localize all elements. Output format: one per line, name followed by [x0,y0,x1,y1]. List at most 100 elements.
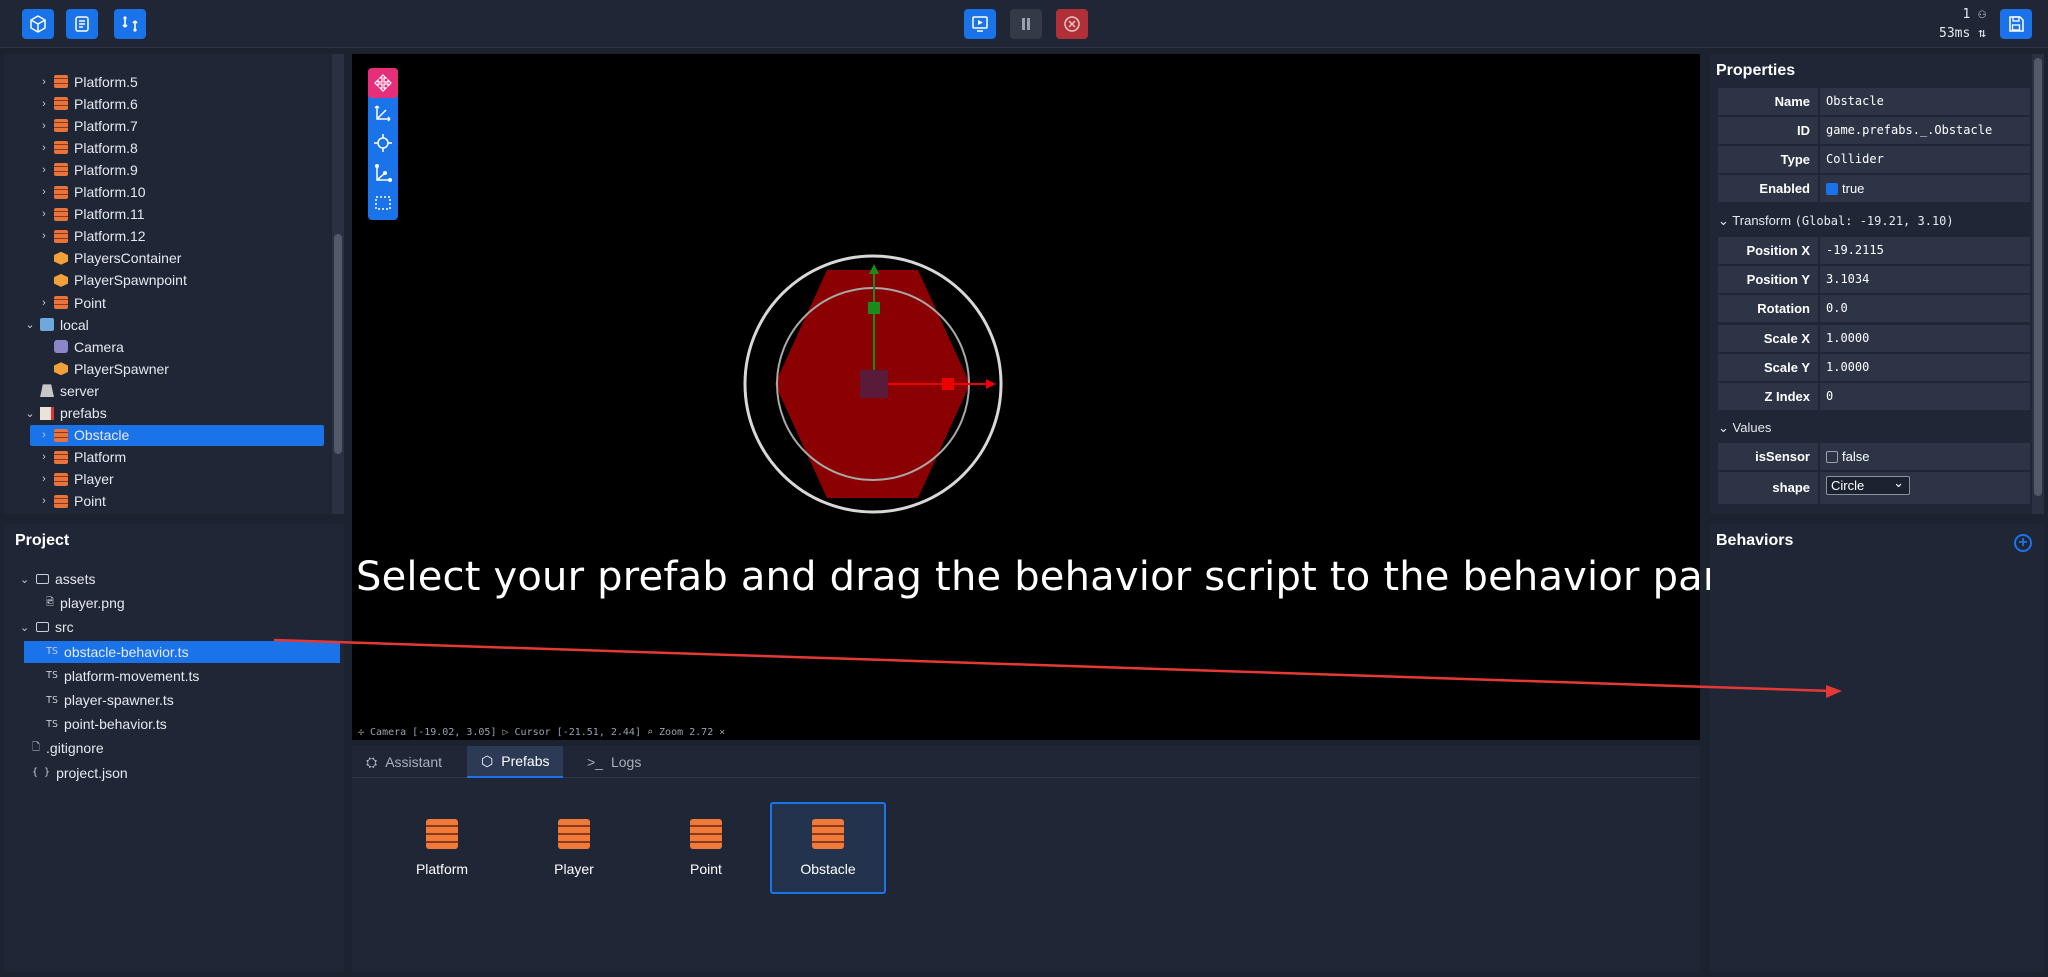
project-file-item[interactable]: 🗋 .gitignore [32,737,104,759]
enabled-field[interactable]: true [1820,175,2030,202]
id-field[interactable]: game.prefabs._.Obstacle [1820,117,2030,144]
scene-tree-item-label: Platform.7 [74,117,138,134]
transform-field[interactable]: 3.1034 [1820,266,2030,294]
add-behavior-icon[interactable]: + [2014,534,2032,552]
axes-icon[interactable] [368,98,398,128]
scene-tree-item[interactable]: ⌄ prefabs [24,403,106,424]
chevron-right-icon[interactable]: › [38,473,50,485]
transform-field[interactable]: 0 [1820,383,2030,410]
chevron-right-icon[interactable]: › [38,142,50,154]
scene-tree-item[interactable]: › Platform.11 [38,204,144,225]
transform-field[interactable]: 1.0000 [1820,324,2030,352]
scene-tree-item[interactable]: › Platform.9 [38,159,138,180]
rotate-icon[interactable] [368,128,398,158]
chevron-down-icon[interactable]: ⌄ [24,318,36,331]
issensor-field[interactable]: false [1820,443,2030,470]
transform-field[interactable]: -19.2115 [1820,237,2030,264]
brick-icon [812,819,844,849]
viewport-toolbar [368,68,398,220]
select-box-icon[interactable] [368,188,398,218]
project-file-item[interactable]: TS point-behavior.ts [46,713,167,735]
scene-tree-item[interactable]: › Platform.12 [38,226,145,247]
save-icon[interactable] [2000,9,2032,39]
scene-tree-item[interactable]: Camera [38,336,124,357]
play-icon[interactable] [964,9,996,39]
project-file-item[interactable]: TS obstacle-behavior.ts [24,640,340,663]
chevron-right-icon[interactable]: › [38,451,50,463]
scene-tree-item[interactable]: › Platform.7 [38,115,138,136]
chevron-right-icon[interactable]: › [38,98,50,110]
scene-tree-item[interactable]: PlayerSpawnpoint [38,270,187,291]
project-file-label: src [55,619,74,636]
tab-assistant[interactable]: ⛭ Assistant [352,746,456,778]
move-gizmo-icon[interactable] [368,68,398,98]
transform-field[interactable]: 1.0000 [1820,353,2030,381]
scroll-icon[interactable] [66,9,98,39]
prefab-card-obstacle[interactable]: Obstacle [770,802,886,894]
scene-tree-item[interactable]: PlayerSpawner [38,358,169,379]
tab-prefabs[interactable]: ⬡ Prefabs [467,746,564,778]
scrollbar-thumb[interactable] [334,234,342,454]
scene-tree-item[interactable]: › Platform [38,447,126,468]
pause-icon[interactable] [1010,9,1042,39]
chevron-right-icon[interactable]: › [38,208,50,220]
chevron-right-icon[interactable]: › [38,164,50,176]
chevron-down-icon[interactable]: ⌄ [20,573,32,586]
chevron-right-icon[interactable]: › [38,495,50,507]
scene-tree-item[interactable]: › Platform.10 [38,182,145,203]
values-section-header[interactable]: ⌄ Values [1718,420,1771,436]
gizmo-x-arrow[interactable] [986,379,996,389]
chevron-right-icon[interactable]: › [38,76,50,88]
checkbox-unchecked-icon[interactable] [1826,451,1838,463]
scale-icon[interactable] [368,158,398,188]
swap-icon[interactable] [114,9,146,39]
project-file-item[interactable]: TS player-spawner.ts [46,689,174,711]
prefab-card-point[interactable]: Point [648,802,764,894]
scene-tree-item[interactable]: PlayersContainer [38,248,181,269]
cube-icon[interactable] [22,9,54,39]
chevron-right-icon[interactable]: › [38,186,50,198]
scene-tree-item[interactable]: › Player [38,469,114,490]
gizmo-y-handle[interactable] [868,302,880,314]
scene-tree-item[interactable]: › Point [38,491,106,512]
properties-scrollbar[interactable] [2032,54,2044,514]
project-file-item[interactable]: ⌄ assets [20,568,95,590]
scene-tree-item[interactable]: › Obstacle [30,424,324,446]
scene-canvas[interactable] [352,54,1700,740]
transform-field[interactable]: 0.0 [1820,295,2030,323]
chevron-right-icon[interactable]: › [38,429,50,441]
project-file-item[interactable]: ⌄ src [20,616,74,638]
scene-tree-item[interactable]: › Platform.6 [38,93,138,114]
scene-tree-scrollbar[interactable] [332,54,344,514]
checkbox-checked-icon[interactable] [1826,183,1838,195]
gizmo-center-handle[interactable] [860,370,888,398]
prop-transform-row: Position Y 3.1034 [1718,266,2030,294]
scene-tree-item[interactable]: › Platform.8 [38,137,138,158]
scene-tree-item[interactable]: › Point [38,292,106,313]
gizmo-x-handle[interactable] [942,378,954,390]
tab-logs[interactable]: >_ Logs [573,746,655,778]
prefab-card-platform[interactable]: Platform [384,802,500,894]
behaviors-panel[interactable]: Behaviors + [1710,524,2044,972]
chevron-right-icon[interactable]: › [38,297,50,309]
shape-select[interactable]: Circle [1826,474,1910,495]
transform-section-header[interactable]: ⌄ Transform (Global: -19.21, 3.10) [1718,213,1954,229]
chevron-right-icon[interactable]: › [38,120,50,132]
scene-tree-item[interactable]: › Platform.5 [38,71,138,92]
project-file-label: player.png [60,595,125,612]
chevron-right-icon[interactable]: › [38,230,50,242]
name-field[interactable]: Obstacle [1820,88,2030,115]
brick-icon [426,819,458,849]
scene-tree-item[interactable]: server [24,380,99,401]
chevron-down-icon[interactable]: ⌄ [24,407,36,420]
gizmo-y-arrow[interactable] [869,264,879,274]
project-file-item[interactable]: { } project.json [32,762,128,784]
project-file-item[interactable]: TS platform-movement.ts [46,665,199,687]
project-file-item[interactable]: 🖻 player.png [46,592,125,614]
scrollbar-thumb[interactable] [2034,58,2042,496]
stop-icon[interactable] [1056,9,1088,39]
scene-viewport[interactable]: Select your prefab and drag the behavior… [352,54,1764,740]
scene-tree-item[interactable]: ⌄ local [24,314,88,335]
chevron-down-icon[interactable]: ⌄ [20,621,32,634]
prefab-card-player[interactable]: Player [516,802,632,894]
